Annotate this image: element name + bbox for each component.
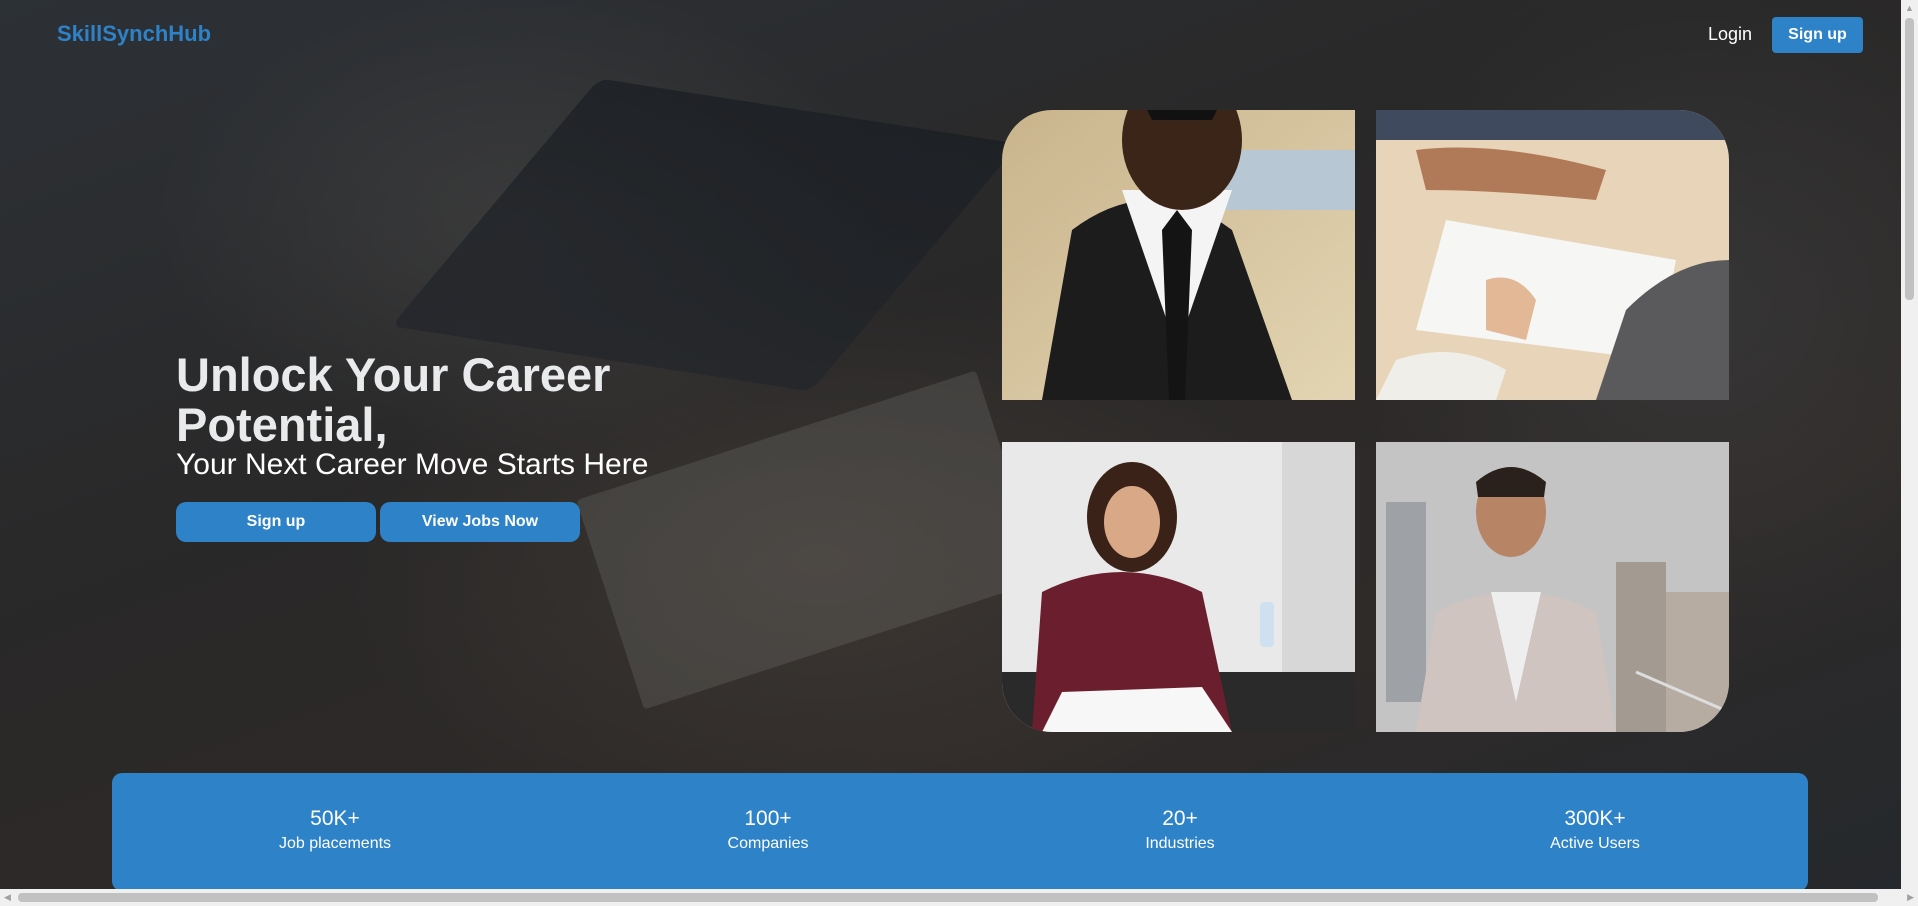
scroll-up-icon[interactable]: ▲ (1905, 0, 1914, 17)
stat-industries: 20+ Industries (1030, 807, 1330, 853)
stat-value: 20+ (1162, 807, 1198, 830)
woman-signing-documents-photo (1002, 442, 1355, 732)
stat-value: 300K+ (1564, 807, 1626, 830)
stat-active-users: 300K+ Active Users (1445, 807, 1745, 853)
scroll-left-icon[interactable]: ◀ (4, 889, 11, 906)
meeting-documents-photo (1376, 110, 1729, 400)
vertical-scroll-thumb[interactable] (1905, 18, 1914, 300)
stat-job-placements: 50K+ Job placements (185, 807, 485, 853)
stat-companies: 100+ Companies (618, 807, 918, 853)
stat-label: Active Users (1550, 835, 1640, 852)
stat-value: 100+ (744, 807, 792, 830)
hero-title: Unlock Your Career Potential, (176, 348, 611, 451)
stat-value: 50K+ (310, 807, 360, 830)
horizontal-scrollbar[interactable]: ◀ ▶ (0, 889, 1918, 906)
horizontal-scroll-thumb[interactable] (18, 893, 1878, 902)
hero-subtitle: Your Next Career Move Starts Here (176, 448, 649, 481)
view-jobs-button[interactable]: View Jobs Now (380, 502, 580, 542)
vertical-scrollbar[interactable]: ▲ (1901, 0, 1918, 889)
brand-logo[interactable]: SkillSynchHub (57, 21, 211, 47)
stat-label: Companies (727, 835, 809, 852)
stat-label: Industries (1145, 835, 1215, 852)
stat-label: Job placements (278, 835, 392, 852)
login-link[interactable]: Login (1708, 24, 1752, 45)
scroll-right-icon[interactable]: ▶ (1907, 889, 1914, 906)
header-signup-button[interactable]: Sign up (1772, 17, 1863, 53)
hero-signup-button[interactable]: Sign up (176, 502, 376, 542)
man-on-balcony-photo (1376, 442, 1729, 732)
stats-bar: 50K+ Job placements 100+ Companies 20+ I… (112, 773, 1808, 891)
man-in-suit-photo (1002, 110, 1355, 400)
